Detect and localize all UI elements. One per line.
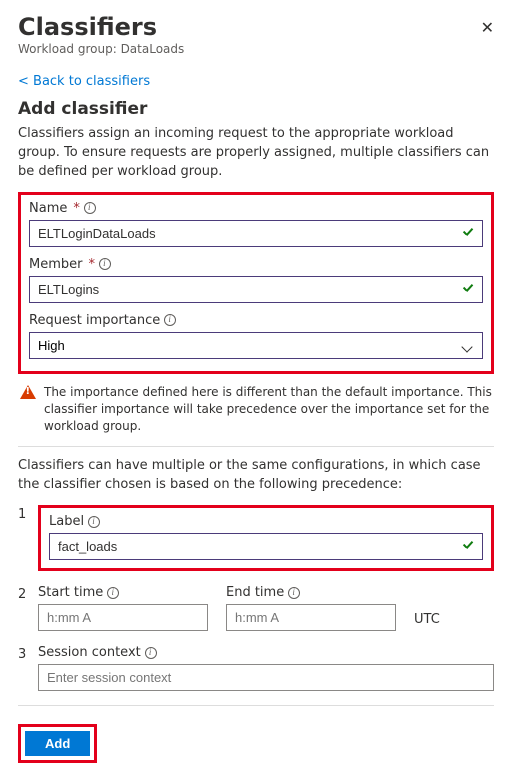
workload-group-label: Workload group: DataLoads xyxy=(18,42,184,56)
start-time-label: Start time xyxy=(38,585,208,600)
divider xyxy=(18,705,494,706)
page-title: Classifiers xyxy=(18,14,184,40)
start-time-input[interactable] xyxy=(38,604,208,631)
info-icon[interactable] xyxy=(107,587,119,599)
add-button-highlight: Add xyxy=(18,724,97,763)
member-input[interactable] xyxy=(29,276,483,303)
label-highlight: Label xyxy=(38,505,494,571)
label-label: Label xyxy=(49,514,483,529)
divider xyxy=(18,446,494,447)
member-label: Member * xyxy=(29,257,483,272)
importance-label: Request importance xyxy=(29,313,483,328)
primary-fields-highlight: Name * Member * Request importance xyxy=(18,192,494,374)
warning-icon xyxy=(20,385,36,399)
add-button[interactable]: Add xyxy=(25,731,90,756)
check-icon xyxy=(461,539,475,553)
check-icon xyxy=(461,282,475,296)
name-input[interactable] xyxy=(29,220,483,247)
check-icon xyxy=(461,226,475,240)
info-icon[interactable] xyxy=(99,258,111,270)
end-time-input[interactable] xyxy=(226,604,396,631)
back-to-classifiers-link[interactable]: < Back to classifiers xyxy=(18,74,494,89)
precedence-intro: Classifiers can have multiple or the sam… xyxy=(18,457,494,495)
label-input[interactable] xyxy=(49,533,483,560)
name-label: Name * xyxy=(29,201,483,216)
info-icon[interactable] xyxy=(145,647,157,659)
info-icon[interactable] xyxy=(88,516,100,528)
info-icon[interactable] xyxy=(84,202,96,214)
info-icon[interactable] xyxy=(164,314,176,326)
session-context-label: Session context xyxy=(38,645,494,660)
section-title: Add classifier xyxy=(18,99,494,119)
section-description: Classifiers assign an incoming request t… xyxy=(18,125,494,182)
end-time-label: End time xyxy=(226,585,396,600)
importance-select[interactable]: High xyxy=(29,332,483,359)
precedence-number: 1 xyxy=(18,505,28,571)
precedence-number: 2 xyxy=(18,585,28,631)
timezone-label: UTC xyxy=(414,612,440,631)
close-icon[interactable]: ✕ xyxy=(481,20,494,36)
precedence-number: 3 xyxy=(18,645,28,691)
warning-text: The importance defined here is different… xyxy=(44,384,492,434)
info-icon[interactable] xyxy=(288,587,300,599)
